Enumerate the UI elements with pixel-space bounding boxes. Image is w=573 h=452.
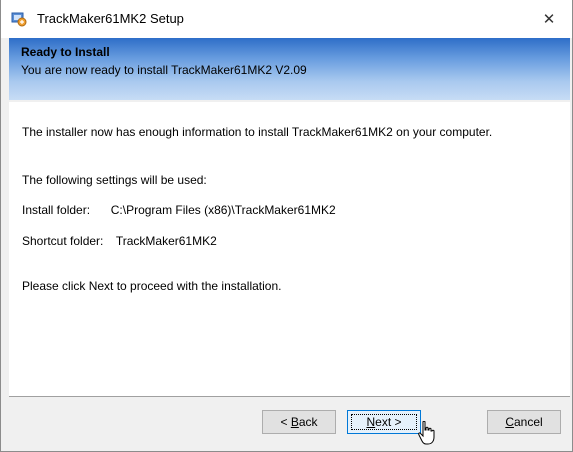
install-folder-row: Install folder: C:\Program Files (x86)\T…	[22, 203, 336, 217]
installer-icon	[11, 11, 27, 27]
close-icon: ✕	[542, 11, 556, 28]
install-folder-value: C:\Program Files (x86)\TrackMaker61MK2	[110, 203, 336, 217]
page-subtitle: You are now ready to install TrackMaker6…	[21, 63, 307, 77]
shortcut-folder-value: TrackMaker61MK2	[115, 234, 217, 248]
page-title: Ready to Install	[21, 45, 110, 59]
back-button[interactable]: < Back	[262, 410, 336, 434]
footer-divider	[9, 396, 570, 397]
title-bar[interactable]: TrackMaker61MK2 Setup ✕	[1, 0, 572, 38]
mouse-pointer-icon	[417, 420, 435, 445]
cancel-button[interactable]: Cancel	[487, 410, 561, 434]
shortcut-folder-row: Shortcut folder: TrackMaker61MK2	[22, 234, 217, 248]
content-panel: The installer now has enough information…	[9, 102, 570, 396]
setup-window: TrackMaker61MK2 Setup ✕ Ready to Install…	[0, 0, 573, 452]
focus-rectangle	[351, 414, 417, 430]
shortcut-folder-label: Shortcut folder:	[22, 234, 104, 248]
header-banner: Ready to Install You are now ready to in…	[9, 38, 570, 100]
install-folder-label: Install folder:	[22, 203, 91, 217]
settings-heading: The following settings will be used:	[22, 173, 207, 187]
next-button[interactable]: Next >	[347, 410, 421, 434]
window-title: TrackMaker61MK2 Setup	[37, 11, 184, 26]
intro-text: The installer now has enough information…	[22, 125, 493, 139]
close-button[interactable]: ✕	[526, 0, 572, 38]
instruction-text: Please click Next to proceed with the in…	[22, 279, 282, 293]
